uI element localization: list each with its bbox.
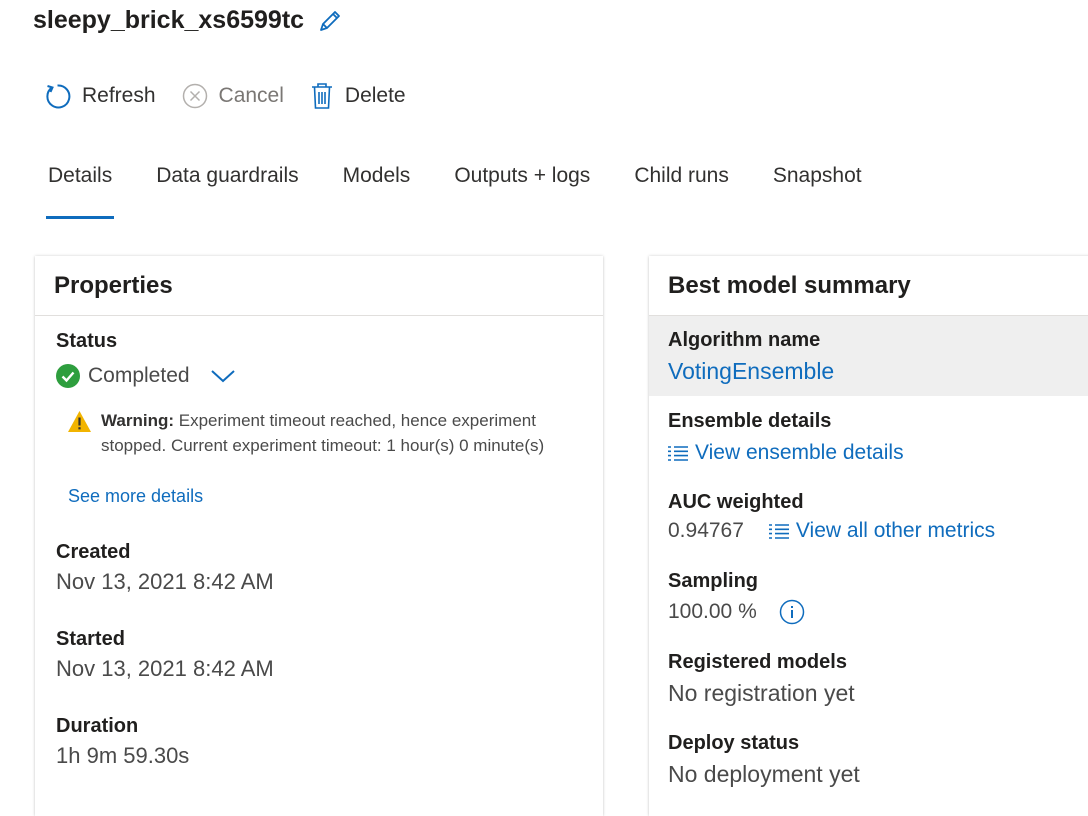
view-ensemble-details-label: View ensemble details — [695, 441, 904, 464]
registered-models-value: No registration yet — [668, 680, 855, 706]
ensemble-label: Ensemble details — [668, 410, 832, 432]
started-value: Nov 13, 2021 8:42 AM — [56, 656, 274, 681]
registered-models-label: Registered models — [668, 651, 847, 673]
started-label: Started — [56, 628, 125, 650]
sampling-value: 100.00 % — [668, 600, 757, 623]
status-label: Status — [56, 330, 118, 352]
deploy-status-value: No deployment yet — [668, 761, 860, 787]
auc-label: AUC weighted — [668, 491, 804, 513]
duration-value: 1h 9m 59.30s — [56, 743, 190, 768]
page-title: sleepy_brick_xs6599tc — [33, 6, 343, 35]
list-icon — [768, 523, 789, 539]
sampling-label: Sampling — [668, 570, 759, 592]
warning-line-2: stopped. Current experiment timeout: 1 h… — [101, 436, 545, 455]
warning-line-1: Experiment timeout reached, hence experi… — [174, 411, 536, 430]
properties-card: Properties Status Completed Warning: Exp… — [35, 256, 603, 816]
view-all-metrics-label: View all other metrics — [795, 519, 996, 542]
refresh-icon — [46, 83, 71, 108]
tab-snapshot[interactable]: Snapshot — [773, 164, 862, 198]
refresh-label: Refresh — [82, 84, 156, 107]
list-icon — [668, 445, 688, 461]
tab-bar: Details Data guardrails Models Outputs +… — [45, 164, 906, 219]
deploy-status-label: Deploy status — [668, 732, 800, 754]
created-value: Nov 13, 2021 8:42 AM — [56, 569, 274, 594]
view-ensemble-details-link[interactable]: View ensemble details — [667, 441, 904, 465]
cancel-icon — [182, 83, 207, 109]
cancel-button[interactable]: Cancel — [182, 83, 284, 109]
best-model-card: Best model summary Algorithm name Voting… — [649, 256, 1088, 816]
warning-prefix: Warning: — [101, 411, 175, 430]
status-value-row: Completed — [56, 364, 236, 388]
cancel-label: Cancel — [218, 84, 284, 107]
sampling-row: 100.00 % — [668, 599, 805, 625]
check-circle-icon — [56, 364, 80, 388]
tab-outputs-logs[interactable]: Outputs + logs — [454, 164, 590, 198]
command-bar: Refresh Cancel Delete — [44, 82, 432, 110]
properties-heading: Properties — [35, 256, 603, 316]
status-value: Completed — [88, 364, 190, 387]
created-label: Created — [56, 541, 131, 563]
warning-icon — [68, 411, 91, 432]
best-model-heading: Best model summary — [649, 256, 1088, 316]
tab-models[interactable]: Models — [343, 164, 411, 198]
warning-message: Warning: Experiment timeout reached, hen… — [67, 408, 544, 458]
tab-details[interactable]: Details — [45, 164, 115, 219]
tab-data-guardrails[interactable]: Data guardrails — [156, 164, 298, 198]
view-all-metrics-link[interactable]: View all other metrics — [768, 519, 995, 543]
see-more-details-link[interactable]: See more details — [68, 486, 203, 507]
duration-label: Duration — [56, 715, 139, 737]
tab-child-runs[interactable]: Child runs — [634, 164, 729, 198]
algorithm-value-link[interactable]: VotingEnsemble — [668, 358, 834, 385]
run-name: sleepy_brick_xs6599tc — [33, 6, 305, 34]
delete-button[interactable]: Delete — [310, 82, 406, 110]
trash-icon — [311, 83, 332, 109]
info-icon[interactable] — [779, 599, 805, 625]
auc-value: 0.94767 — [668, 519, 744, 542]
delete-label: Delete — [344, 84, 406, 107]
algorithm-label: Algorithm name — [668, 329, 821, 351]
refresh-button[interactable]: Refresh — [44, 83, 156, 110]
pencil-icon[interactable] — [317, 8, 343, 34]
chevron-down-icon[interactable] — [210, 368, 236, 384]
auc-row: 0.94767 View all other metrics — [668, 519, 995, 543]
